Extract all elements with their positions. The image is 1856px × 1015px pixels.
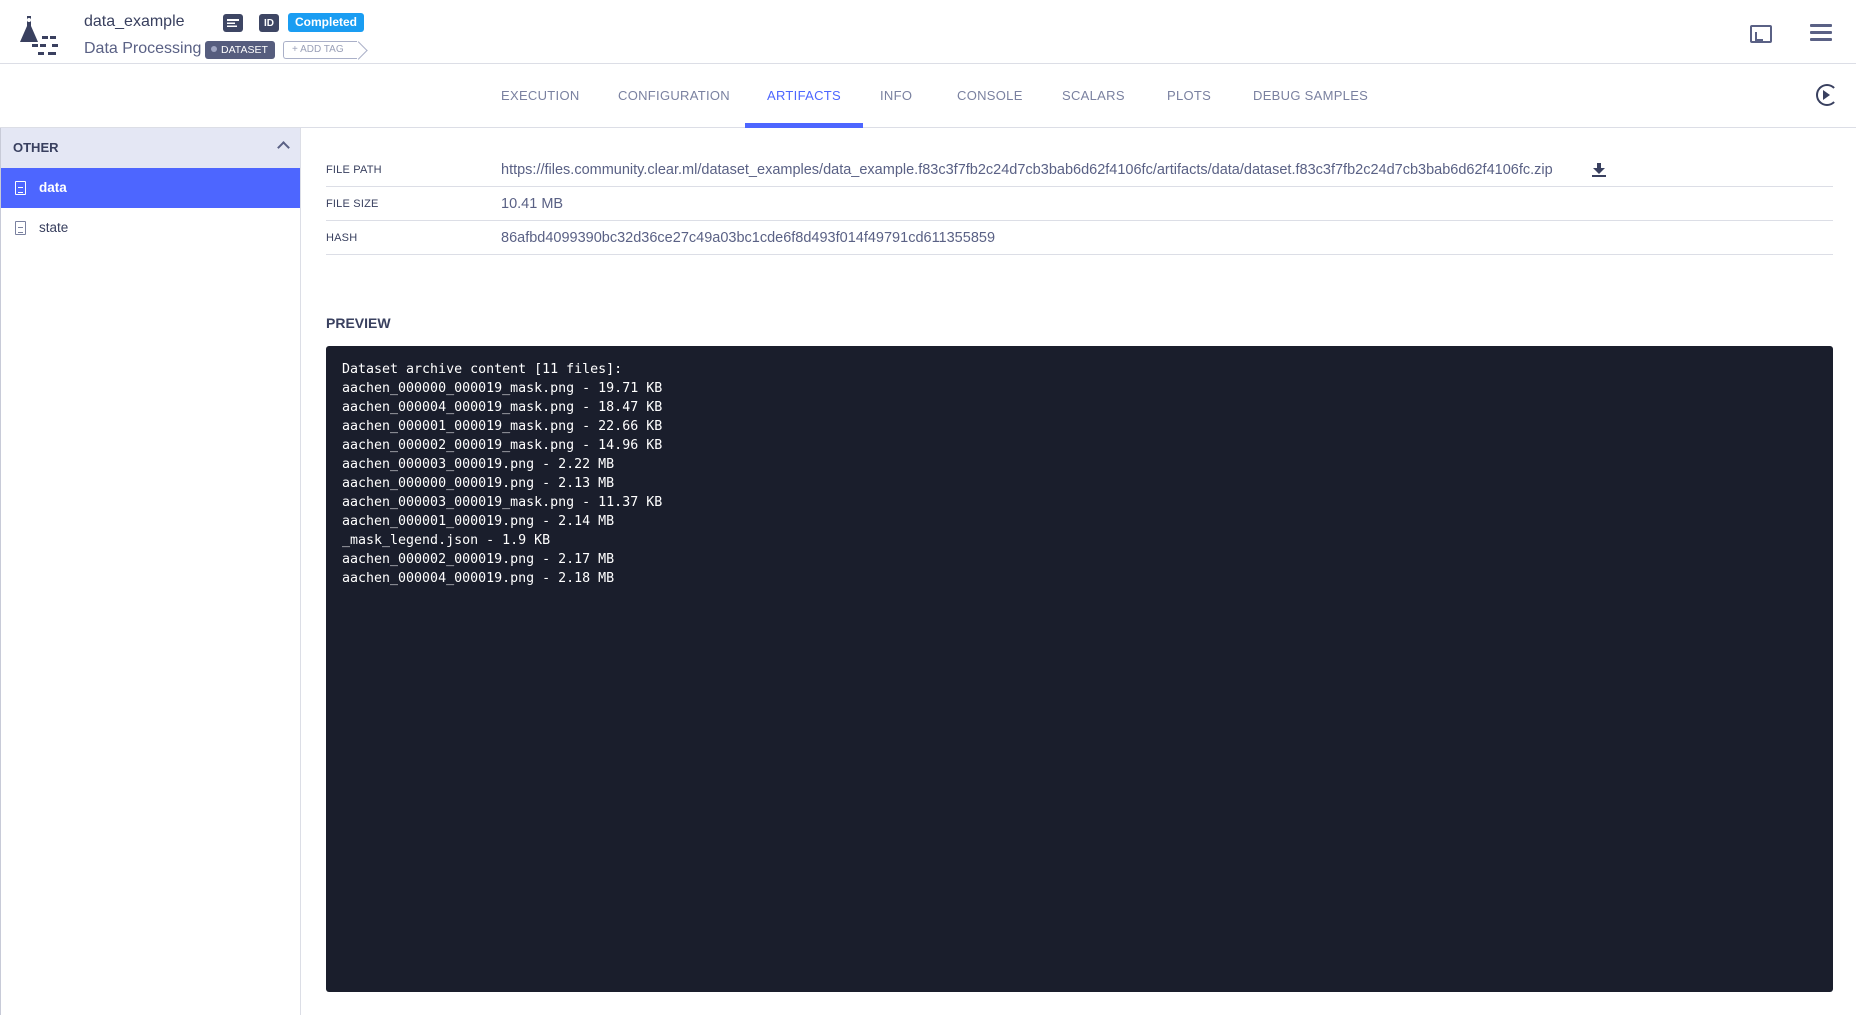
preview-line: aachen_000003_000019_mask.png - 11.37 KB: [342, 495, 663, 510]
task-header: data_example Data Processing ID Complete…: [0, 0, 1856, 64]
sidebar-item-label: data: [39, 180, 67, 195]
tag-dot-icon: [211, 46, 217, 52]
file-path-label: FILE PATH: [326, 164, 382, 176]
task-name[interactable]: data_example: [84, 13, 185, 31]
chevron-up-icon[interactable]: [277, 141, 290, 154]
tab-bar: EXECUTION CONFIGURATION ARTIFACTS INFO C…: [0, 64, 1856, 128]
preview-line: aachen_000004_000019_mask.png - 18.47 KB: [342, 400, 663, 415]
preview-line: aachen_000000_000019_mask.png - 19.71 KB: [342, 381, 663, 396]
sidebar-item-data[interactable]: data: [1, 168, 300, 208]
sidebar-item-state[interactable]: state: [1, 208, 300, 248]
tab-plots[interactable]: PLOTS: [1167, 64, 1211, 127]
hash-value: 86afbd4099390bc32d36ce27c49a03bc1cde6f8d…: [501, 230, 996, 246]
preview-line: aachen_000004_000019.png - 2.18 MB: [342, 571, 615, 586]
tab-console[interactable]: CONSOLE: [957, 64, 1023, 127]
preview-line: aachen_000002_000019.png - 2.17 MB: [342, 552, 615, 567]
preview-line: aachen_000001_000019_mask.png - 22.66 KB: [342, 419, 663, 434]
preview-line: aachen_000003_000019.png - 2.22 MB: [342, 457, 615, 472]
menu-icon[interactable]: [1810, 24, 1832, 42]
task-type: Data Processing: [84, 40, 202, 57]
description-icon[interactable]: [223, 14, 243, 32]
preview-title: PREVIEW: [326, 315, 391, 331]
tab-debug-samples[interactable]: DEBUG SAMPLES: [1253, 64, 1368, 127]
file-icon: [15, 181, 26, 195]
file-size-value: 10.41 MB: [501, 196, 564, 212]
tab-execution[interactable]: EXECUTION: [501, 64, 580, 127]
id-icon[interactable]: ID: [259, 14, 279, 32]
preview-line: Dataset archive content [11 files]:: [342, 362, 623, 377]
sidebar-item-label: state: [39, 220, 69, 235]
preview-line: _mask_legend.json - 1.9 KB: [342, 533, 551, 548]
tag-label: DATASET: [221, 44, 268, 56]
file-size-row: FILE SIZE 10.41 MB: [326, 187, 1833, 221]
add-tag-button[interactable]: + ADD TAG: [283, 41, 357, 59]
sidebar-group-other[interactable]: OTHER: [1, 128, 300, 168]
preview-content[interactable]: Dataset archive content [11 files]: aach…: [326, 346, 1833, 992]
artifacts-sidebar: OTHER data state: [0, 128, 301, 1015]
hash-row: HASH 86afbd4099390bc32d36ce27c49a03bc1cd…: [326, 221, 1833, 255]
tab-artifacts[interactable]: ARTIFACTS: [745, 64, 863, 128]
file-path-row: FILE PATH https://files.community.clear.…: [326, 153, 1833, 187]
tab-scalars[interactable]: SCALARS: [1062, 64, 1125, 127]
hash-label: HASH: [326, 232, 358, 244]
preview-line: aachen_000002_000019_mask.png - 14.96 KB: [342, 438, 663, 453]
preview-line: aachen_000000_000019.png - 2.13 MB: [342, 476, 615, 491]
file-size-label: FILE SIZE: [326, 198, 379, 210]
artifact-details: FILE PATH https://files.community.clear.…: [302, 128, 1856, 1015]
file-path-link[interactable]: https://files.community.clear.ml/dataset…: [501, 162, 1553, 178]
tab-configuration[interactable]: CONFIGURATION: [618, 64, 730, 127]
file-icon: [15, 221, 26, 235]
status-badge: Completed: [288, 13, 365, 32]
download-icon[interactable]: [1592, 163, 1606, 177]
app-logo-icon: [20, 16, 58, 55]
layout-toggle-icon[interactable]: [1750, 25, 1772, 43]
refresh-icon[interactable]: [1816, 84, 1838, 106]
preview-line: aachen_000001_000019.png - 2.14 MB: [342, 514, 615, 529]
tab-info[interactable]: INFO: [880, 64, 912, 127]
sidebar-group-label: OTHER: [13, 140, 59, 155]
tag-dataset[interactable]: DATASET: [205, 41, 275, 59]
